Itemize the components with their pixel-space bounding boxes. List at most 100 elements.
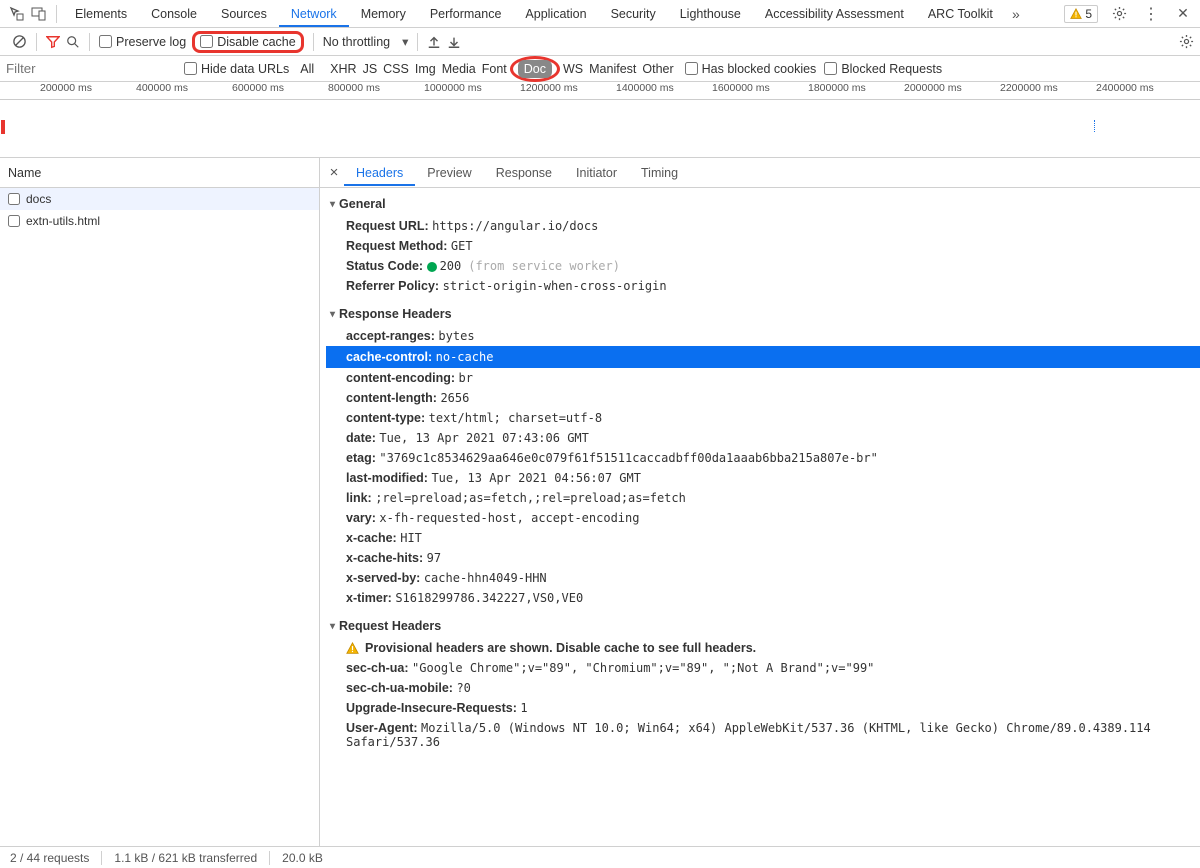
response-header-row[interactable]: date: Tue, 13 Apr 2021 07:43:06 GMT xyxy=(326,428,1200,448)
details-tab-timing[interactable]: Timing xyxy=(629,160,690,186)
filter-type-doc[interactable]: Doc xyxy=(518,60,552,78)
tab-console[interactable]: Console xyxy=(139,1,209,27)
upload-icon[interactable] xyxy=(427,35,441,49)
menu-icon[interactable]: ⋮ xyxy=(1140,3,1162,25)
filter-input[interactable] xyxy=(6,61,156,76)
request-checkbox[interactable] xyxy=(8,193,20,205)
device-toggle-icon[interactable] xyxy=(28,3,50,25)
dropdown-icon[interactable]: ▾ xyxy=(402,34,408,49)
filter-type-ws[interactable]: WS xyxy=(560,60,586,78)
timeline-tick: 1000000 ms xyxy=(424,82,482,94)
tab-elements[interactable]: Elements xyxy=(63,1,139,27)
response-header-row[interactable]: accept-ranges: bytes xyxy=(326,326,1200,346)
tab-performance[interactable]: Performance xyxy=(418,1,514,27)
timeline-tick: 400000 ms xyxy=(136,82,188,94)
overflow-icon[interactable]: » xyxy=(1005,3,1027,25)
close-details-button[interactable]: × xyxy=(324,163,344,183)
filter-type-xhr[interactable]: XHR xyxy=(327,60,359,78)
filter-type-all[interactable]: All xyxy=(297,60,317,78)
section-response-headers[interactable]: Response Headers xyxy=(326,302,1200,326)
details-tabs: × HeadersPreviewResponseInitiatorTiming xyxy=(320,158,1200,188)
inspect-icon[interactable] xyxy=(6,3,28,25)
timeline-tick: 1200000 ms xyxy=(520,82,578,94)
response-header-row[interactable]: link: ;rel=preload;as=fetch,;rel=preload… xyxy=(326,488,1200,508)
response-header-row[interactable]: x-cache-hits: 97 xyxy=(326,548,1200,568)
response-header-row[interactable]: content-length: 2656 xyxy=(326,388,1200,408)
response-header-row[interactable]: x-cache: HIT xyxy=(326,528,1200,548)
tab-memory[interactable]: Memory xyxy=(349,1,418,27)
timeline-tick: 1800000 ms xyxy=(808,82,866,94)
request-header-row[interactable]: sec-ch-ua: "Google Chrome";v="89", "Chro… xyxy=(326,658,1200,678)
clear-button[interactable] xyxy=(12,34,27,49)
gear-icon[interactable] xyxy=(1108,3,1130,25)
section-request-headers[interactable]: Request Headers xyxy=(326,614,1200,638)
status-dot-icon xyxy=(427,262,437,272)
has-blocked-cookies-checkbox[interactable]: Has blocked cookies xyxy=(685,62,817,76)
separator xyxy=(417,33,418,51)
status-bar: 2 / 44 requests 1.1 kB / 621 kB transfer… xyxy=(0,846,1200,868)
response-header-row[interactable]: x-timer: S1618299786.342227,VS0,VE0 xyxy=(326,588,1200,608)
provisional-warning: Provisional headers are shown. Disable c… xyxy=(326,638,1200,658)
separator xyxy=(313,33,314,51)
network-toolbar: Preserve log Disable cache No throttling… xyxy=(0,28,1200,56)
response-header-row[interactable]: x-served-by: cache-hhn4049-HHN xyxy=(326,568,1200,588)
request-row[interactable]: extn-utils.html xyxy=(0,210,319,232)
tab-arc-toolkit[interactable]: ARC Toolkit xyxy=(916,1,1005,27)
response-header-row[interactable]: last-modified: Tue, 13 Apr 2021 04:56:07… xyxy=(326,468,1200,488)
tab-lighthouse[interactable]: Lighthouse xyxy=(668,1,753,27)
tab-application[interactable]: Application xyxy=(513,1,598,27)
tab-security[interactable]: Security xyxy=(599,1,668,27)
filter-type-css[interactable]: CSS xyxy=(380,60,412,78)
response-header-row[interactable]: vary: x-fh-requested-host, accept-encodi… xyxy=(326,508,1200,528)
hide-data-urls-checkbox[interactable]: Hide data URLs xyxy=(184,62,289,76)
timeline-end-marker xyxy=(1094,120,1096,132)
filter-type-other[interactable]: Other xyxy=(639,60,676,78)
timeline-tick: 600000 ms xyxy=(232,82,284,94)
timeline-tick: 2000000 ms xyxy=(904,82,962,94)
search-icon[interactable] xyxy=(66,35,80,49)
filter-icon[interactable] xyxy=(46,35,60,49)
blocked-requests-checkbox[interactable]: Blocked Requests xyxy=(824,62,942,76)
filter-type-font[interactable]: Font xyxy=(479,60,510,78)
response-header-row[interactable]: cache-control: no-cache xyxy=(326,346,1200,368)
preserve-log-checkbox[interactable]: Preserve log xyxy=(99,35,186,49)
tab-network[interactable]: Network xyxy=(279,1,349,27)
response-header-row[interactable]: etag: "3769c1c8534629aa646e0c079f61f5151… xyxy=(326,448,1200,468)
requests-header[interactable]: Name xyxy=(0,158,319,188)
request-header-row[interactable]: User-Agent: Mozilla/5.0 (Windows NT 10.0… xyxy=(326,718,1200,752)
separator xyxy=(89,33,90,51)
response-header-row[interactable]: content-encoding: br xyxy=(326,368,1200,388)
request-method-row: Request Method: GET xyxy=(326,236,1200,256)
request-row[interactable]: docs xyxy=(0,188,319,210)
status-code-row: Status Code: 200 (from service worker) xyxy=(326,256,1200,276)
close-icon[interactable]: ✕ xyxy=(1172,3,1194,25)
status-transferred: 1.1 kB / 621 kB transferred xyxy=(114,851,270,865)
timeline-tick: 2400000 ms xyxy=(1096,82,1154,94)
network-main: Name docsextn-utils.html × HeadersPrevie… xyxy=(0,158,1200,846)
network-timeline[interactable]: 200000 ms 400000 ms 600000 ms 800000 ms 1000… xyxy=(0,82,1200,158)
request-header-row[interactable]: sec-ch-ua-mobile: ?0 xyxy=(326,678,1200,698)
details-tab-response[interactable]: Response xyxy=(484,160,564,186)
details-tab-headers[interactable]: Headers xyxy=(344,160,415,186)
timeline-tick: 800000 ms xyxy=(328,82,380,94)
filter-type-media[interactable]: Media xyxy=(439,60,479,78)
response-header-row[interactable]: content-type: text/html; charset=utf-8 xyxy=(326,408,1200,428)
tab-sources[interactable]: Sources xyxy=(209,1,279,27)
download-icon[interactable] xyxy=(447,35,461,49)
details-tab-preview[interactable]: Preview xyxy=(415,160,483,186)
timeline-tick: 200000 ms xyxy=(40,82,92,94)
filter-type-js[interactable]: JS xyxy=(360,60,381,78)
separator xyxy=(56,5,57,23)
status-requests: 2 / 44 requests xyxy=(10,851,102,865)
request-header-row[interactable]: Upgrade-Insecure-Requests: 1 xyxy=(326,698,1200,718)
filter-type-img[interactable]: Img xyxy=(412,60,439,78)
disable-cache-checkbox[interactable]: Disable cache xyxy=(200,35,296,49)
throttling-select[interactable]: No throttling xyxy=(323,35,390,49)
section-general[interactable]: General xyxy=(326,192,1200,216)
details-tab-initiator[interactable]: Initiator xyxy=(564,160,629,186)
tab-accessibility-assessment[interactable]: Accessibility Assessment xyxy=(753,1,916,27)
warnings-badge[interactable]: 5 xyxy=(1064,5,1098,23)
request-checkbox[interactable] xyxy=(8,215,20,227)
network-settings-icon[interactable] xyxy=(1179,34,1194,49)
filter-type-manifest[interactable]: Manifest xyxy=(586,60,639,78)
